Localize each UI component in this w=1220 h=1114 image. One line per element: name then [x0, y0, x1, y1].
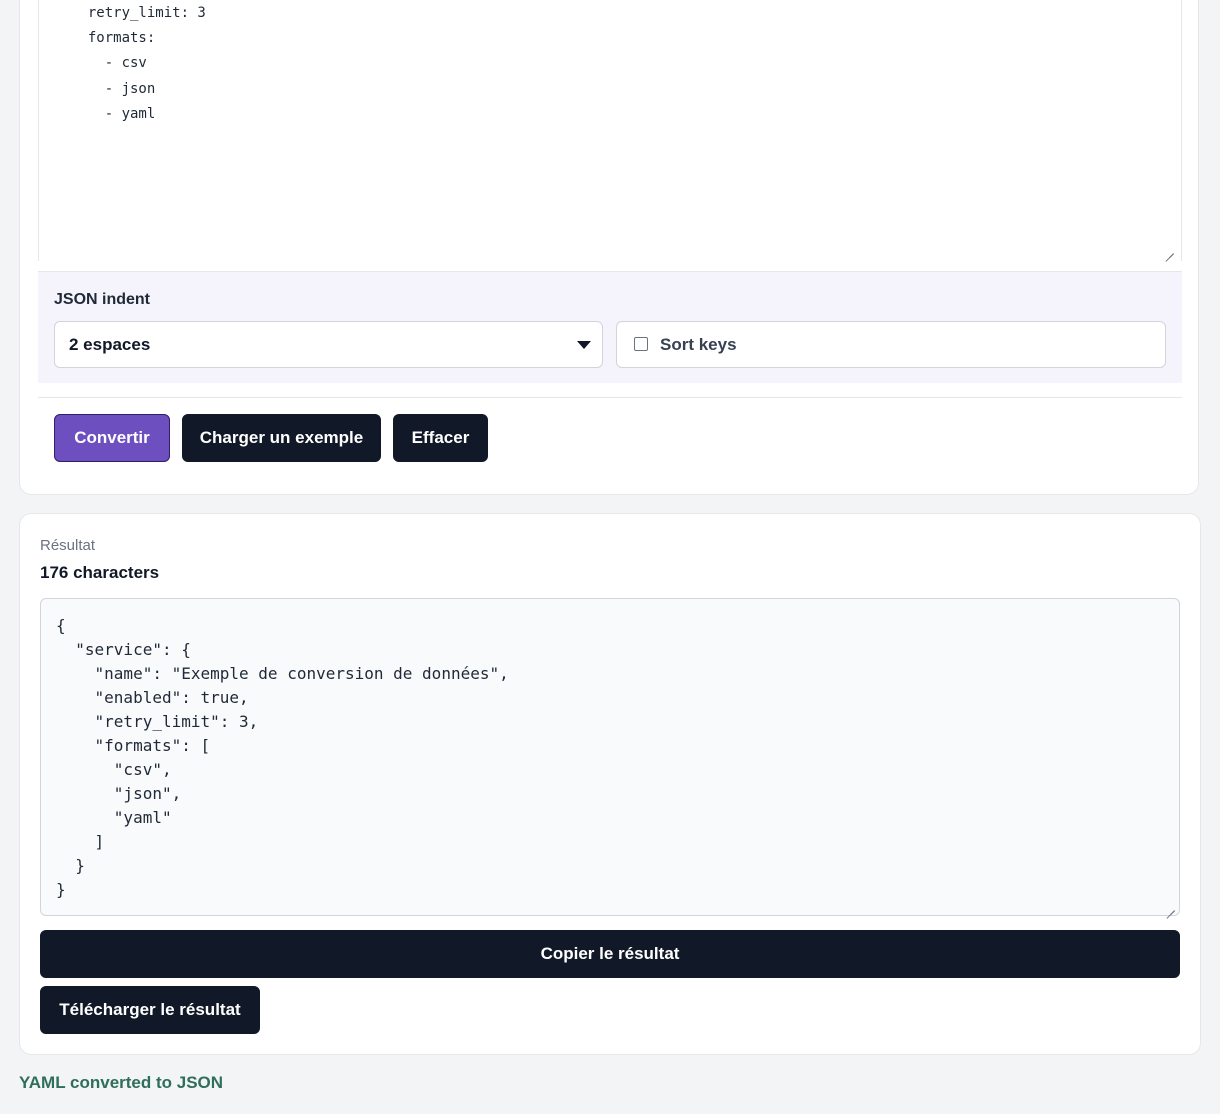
divider [38, 397, 1182, 398]
json-indent-label: JSON indent [54, 291, 151, 308]
load-example-button[interactable]: Charger un exemple [182, 414, 381, 462]
yaml-input-text: retry_limit: 3 formats: - csv - json - y… [87, 5, 206, 122]
sort-keys-checkbox[interactable] [634, 337, 648, 351]
result-card: Résultat 176 characters { "service": { "… [19, 513, 1201, 1055]
resize-handle-icon[interactable] [1165, 245, 1175, 255]
convert-button[interactable]: Convertir [54, 414, 170, 462]
chevron-down-icon [577, 341, 591, 349]
input-card: retry_limit: 3 formats: - csv - json - y… [19, 0, 1199, 495]
json-indent-select[interactable]: 2 espaces [54, 321, 603, 368]
result-character-count: 176 characters [40, 563, 160, 582]
clear-button[interactable]: Effacer [393, 414, 488, 462]
converter-page: retry_limit: 3 formats: - csv - json - y… [0, 0, 1220, 1114]
sort-keys-label: Sort keys [660, 335, 737, 354]
result-output-textarea[interactable]: { "service": { "name": "Exemple de conve… [40, 598, 1180, 916]
copy-result-button[interactable]: Copier le résultat [40, 930, 1180, 978]
sort-keys-option[interactable]: Sort keys [616, 321, 1166, 368]
options-panel: JSON indent 2 espaces Sort keys [38, 271, 1182, 383]
resize-handle-icon[interactable] [1166, 902, 1176, 912]
json-indent-selected-value: 2 espaces [69, 335, 151, 354]
yaml-input-textarea[interactable]: retry_limit: 3 formats: - csv - json - y… [38, 0, 1182, 261]
result-label: Résultat [40, 537, 96, 554]
result-json-text: { "service": { "name": "Exemple de conve… [56, 616, 509, 899]
download-result-button[interactable]: Télécharger le résultat [40, 986, 260, 1034]
status-message: YAML converted to JSON [19, 1073, 224, 1092]
